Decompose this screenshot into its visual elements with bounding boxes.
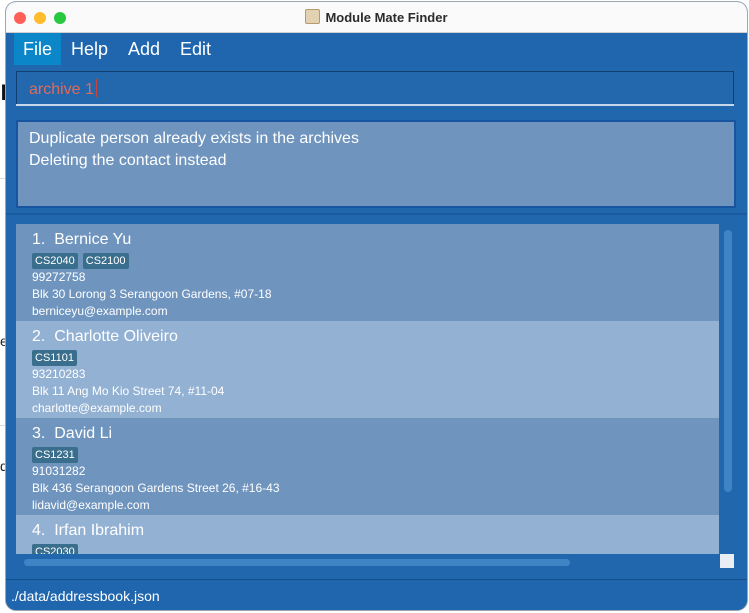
person-address: Blk 11 Ang Mo Kio Street 74, #11-04 <box>32 384 225 398</box>
menu-add[interactable]: Add <box>119 33 169 65</box>
person-name: Bernice Yu <box>54 231 132 248</box>
horizontal-scrollbar[interactable] <box>16 554 719 570</box>
module-tag: CS2030 <box>32 544 78 554</box>
tag-row: CS2040 CS2100 <box>32 251 719 269</box>
person-name-row: 3. David Li <box>32 418 719 443</box>
window-title-wrap: Module Mate Finder <box>6 9 747 25</box>
person-name: Irfan Ibrahim <box>54 522 145 539</box>
person-card[interactable]: 3. David Li CS1231 91031282 Blk 436 Sera… <box>16 418 719 515</box>
person-index: 3. <box>32 425 46 442</box>
title-bar: Module Mate Finder <box>6 2 747 33</box>
panel-divider <box>6 213 747 215</box>
status-bar: ./data/addressbook.json <box>6 579 747 610</box>
module-tag: CS2040 <box>32 253 78 269</box>
person-list[interactable]: 1. Bernice Yu CS2040 CS2100 99272758 Blk … <box>16 224 719 554</box>
person-index: 2. <box>32 328 46 345</box>
menu-bar: File Help Add Edit <box>6 33 747 66</box>
menu-help[interactable]: Help <box>62 33 117 65</box>
person-email: lidavid@example.com <box>32 498 150 512</box>
module-tag: CS1231 <box>32 447 78 463</box>
person-index: 1. <box>32 231 46 248</box>
person-name: David Li <box>54 425 113 442</box>
command-input-underline <box>16 104 734 106</box>
command-input-text: archive 1 <box>29 79 97 99</box>
person-email: charlotte@example.com <box>32 401 162 415</box>
menu-edit[interactable]: Edit <box>171 33 220 65</box>
command-input-value: archive 1 <box>29 81 94 98</box>
person-phone: 93210283 <box>32 367 86 381</box>
tag-row: CS1101 <box>32 348 719 366</box>
tag-row: CS1231 <box>32 445 719 463</box>
person-name-row: 1. Bernice Yu <box>32 224 719 249</box>
result-display: Duplicate person already exists in the a… <box>16 120 736 208</box>
command-input[interactable]: archive 1 <box>16 71 734 106</box>
save-location-text: ./data/addressbook.json <box>11 588 160 604</box>
app-window: Module Mate Finder File Help Add Edit ar… <box>6 2 747 610</box>
result-line: Deleting the contact instead <box>29 152 227 169</box>
menu-file[interactable]: File <box>14 33 62 65</box>
vertical-scroll-thumb[interactable] <box>724 230 732 492</box>
person-card[interactable]: 2. Charlotte Oliveiro CS1101 93210283 Bl… <box>16 321 719 418</box>
person-name: Charlotte Oliveiro <box>54 328 178 345</box>
result-line: Duplicate person already exists in the a… <box>29 130 359 147</box>
tag-row: CS2030 <box>32 542 719 554</box>
person-phone: 99272758 <box>32 270 86 284</box>
module-tag: CS2100 <box>82 253 129 269</box>
person-email: berniceyu@example.com <box>32 304 168 318</box>
person-index: 4. <box>32 522 46 539</box>
vertical-scrollbar[interactable] <box>720 224 736 554</box>
person-card[interactable]: 4. Irfan Ibrahim CS2030 <box>16 515 719 554</box>
person-card[interactable]: 1. Bernice Yu CS2040 CS2100 99272758 Blk … <box>16 224 719 321</box>
person-address: Blk 436 Serangoon Gardens Street 26, #16… <box>32 481 280 495</box>
text-caret <box>95 79 97 97</box>
person-address: Blk 30 Lorong 3 Serangoon Gardens, #07-1… <box>32 287 272 301</box>
app-icon <box>305 9 321 24</box>
module-tag: CS1101 <box>32 350 77 366</box>
horizontal-scroll-thumb[interactable] <box>24 559 570 566</box>
person-name-row: 2. Charlotte Oliveiro <box>32 321 719 346</box>
window-title: Module Mate Finder <box>325 10 448 25</box>
scrollbar-corner <box>720 554 734 568</box>
person-name-row: 4. Irfan Ibrahim <box>32 515 719 540</box>
person-phone: 91031282 <box>32 464 86 478</box>
